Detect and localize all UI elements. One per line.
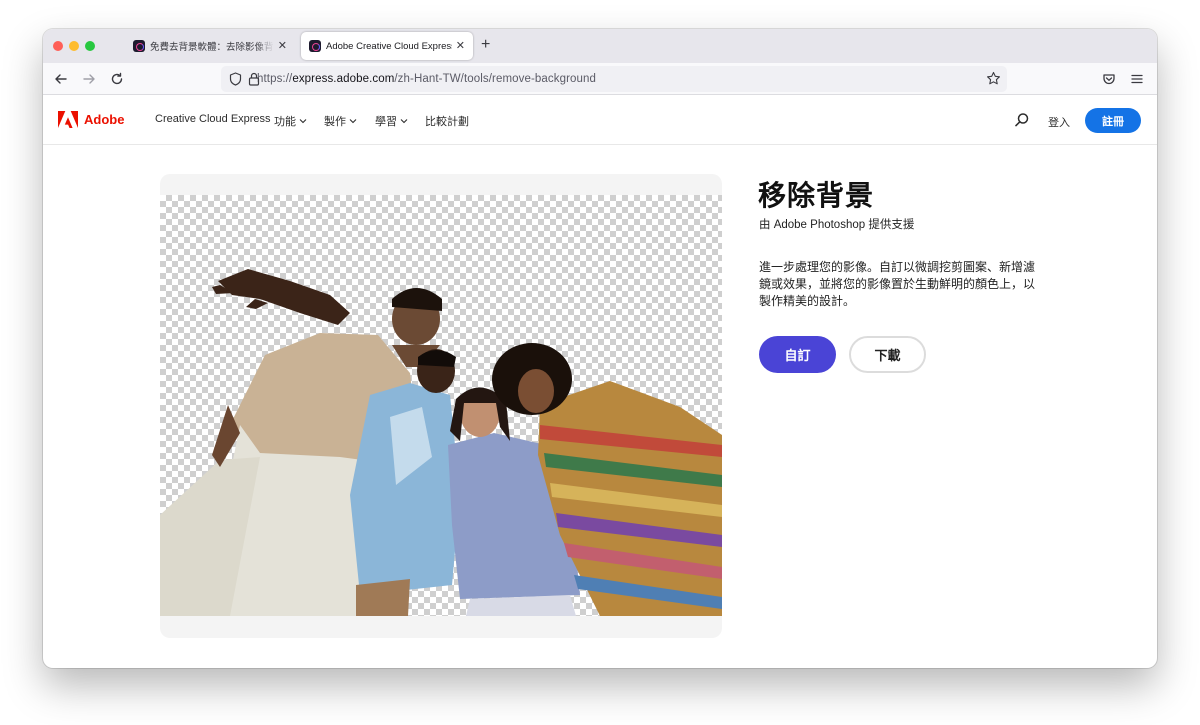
forward-arrow-icon xyxy=(83,74,95,84)
nav-create[interactable]: 製作 xyxy=(324,113,357,129)
tab-title: Adobe Creative Cloud Express xyxy=(326,40,452,52)
forward-button[interactable] xyxy=(79,69,99,89)
nav-cc-express[interactable]: Creative Cloud Express xyxy=(155,113,271,125)
transparent-background-preview xyxy=(160,195,722,616)
close-tab-icon[interactable]: ✕ xyxy=(456,40,465,52)
close-tab-icon[interactable]: ✕ xyxy=(278,40,287,52)
adobe-logo-icon xyxy=(58,111,78,128)
customize-button[interactable]: 自訂 xyxy=(759,336,836,373)
cc-express-favicon-icon xyxy=(309,40,321,52)
pocket-button[interactable] xyxy=(1099,69,1119,89)
chevron-down-icon xyxy=(349,119,357,124)
nav-compare-plans[interactable]: 比較計劃 xyxy=(425,113,469,129)
hamburger-menu-icon xyxy=(1131,74,1143,84)
back-arrow-icon xyxy=(55,74,67,84)
sign-in-link[interactable]: 登入 xyxy=(1048,114,1070,130)
browser-tab-remove-bg[interactable]: 免費去背景軟體：去除影像背景 | Ad ✕ xyxy=(125,32,295,60)
bookmark-star-icon[interactable] xyxy=(986,71,1001,86)
site-header: Adobe Creative Cloud Express 功能 製作 學習 比較… xyxy=(43,96,1157,145)
chevron-down-icon xyxy=(400,119,408,124)
nav-features[interactable]: 功能 xyxy=(274,113,307,129)
url-text: https://express.adobe.com/zh-Hant-TW/too… xyxy=(257,73,596,85)
search-icon[interactable] xyxy=(1014,112,1030,128)
image-preview-card xyxy=(160,174,722,638)
cc-express-favicon-icon xyxy=(133,40,145,52)
minimize-window-button[interactable] xyxy=(69,41,79,51)
adobe-logo-link[interactable]: Adobe xyxy=(58,111,124,128)
nav-label: Creative Cloud Express xyxy=(155,113,271,125)
tab-title: 免費去背景軟體：去除影像背景 | Ad xyxy=(150,42,274,53)
nav-label: 製作 xyxy=(324,116,346,128)
adobe-logo-text: Adobe xyxy=(84,112,125,127)
url-path: /zh-Hant-TW/tools/remove-background xyxy=(394,73,597,85)
nav-label: 比較計劃 xyxy=(425,116,469,128)
url-host: express.adobe.com xyxy=(292,73,395,85)
sign-up-button[interactable]: 註冊 xyxy=(1085,108,1141,133)
pocket-icon xyxy=(1103,74,1115,85)
navigation-toolbar: https://express.adobe.com/zh-Hant-TW/too… xyxy=(43,63,1157,95)
lock-icon[interactable] xyxy=(248,72,260,86)
tracking-protection-shield-icon[interactable] xyxy=(229,72,242,86)
reload-button[interactable] xyxy=(107,69,127,89)
maximize-window-button[interactable] xyxy=(85,41,95,51)
description-text: 進一步處理您的影像。自訂以微調挖剪圖案、新增濾鏡或效果，並將您的影像置於生動鮮明… xyxy=(759,260,1036,308)
browser-window: 免費去背景軟體：去除影像背景 | Ad ✕ Adobe Creative Clo… xyxy=(43,29,1157,668)
url-scheme: https:// xyxy=(257,73,293,85)
download-button[interactable]: 下載 xyxy=(849,336,926,373)
page-title: 移除背景 xyxy=(758,180,875,211)
chevron-down-icon xyxy=(299,119,307,124)
url-bar[interactable]: https://express.adobe.com/zh-Hant-TW/too… xyxy=(221,66,1007,92)
new-tab-button[interactable]: + xyxy=(481,36,490,54)
browser-tab-cc-express[interactable]: Adobe Creative Cloud Express ✕ xyxy=(301,32,473,60)
close-window-button[interactable] xyxy=(53,41,63,51)
reload-icon xyxy=(111,72,123,85)
menu-button[interactable] xyxy=(1127,69,1147,89)
nav-label: 學習 xyxy=(375,116,397,128)
back-button[interactable] xyxy=(51,69,71,89)
cutout-people-image xyxy=(160,269,722,616)
powered-by-text: 由 Adobe Photoshop 提供支援 xyxy=(759,219,915,231)
nav-learn[interactable]: 學習 xyxy=(375,113,408,129)
tab-strip: 免費去背景軟體：去除影像背景 | Ad ✕ Adobe Creative Clo… xyxy=(43,29,1157,63)
nav-label: 功能 xyxy=(274,116,296,128)
